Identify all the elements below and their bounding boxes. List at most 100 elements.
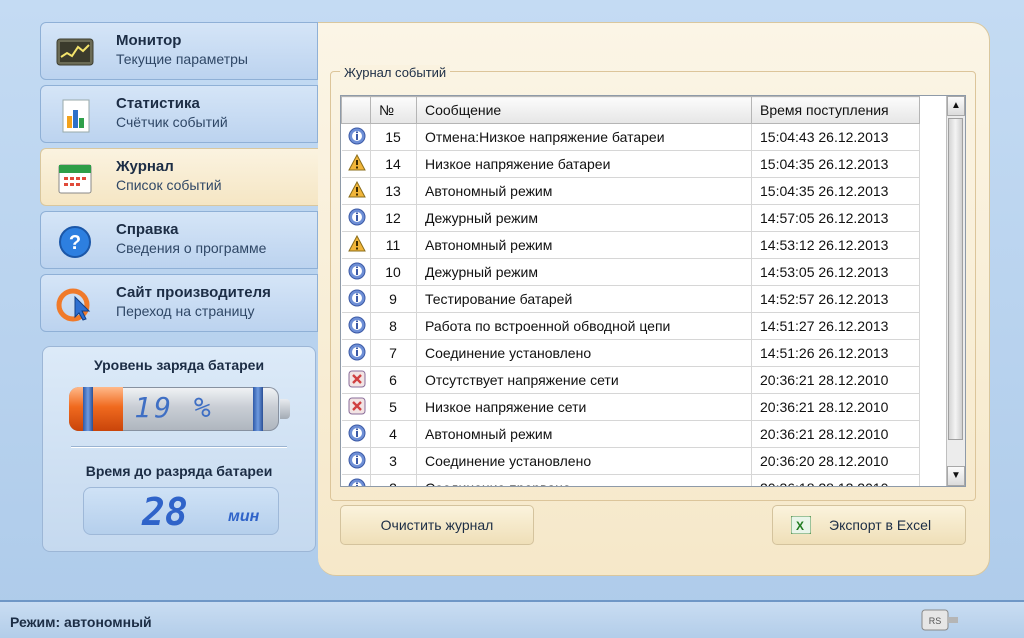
row-number: 11: [370, 231, 417, 259]
row-message: Соединение прервано: [416, 474, 752, 486]
clear-log-label: Очистить журнал: [380, 517, 494, 533]
clear-log-button[interactable]: Очистить журнал: [340, 505, 534, 545]
warning-icon: [341, 150, 371, 178]
row-number: 14: [370, 150, 417, 178]
battery-tip: [280, 399, 290, 419]
table-row[interactable]: 8 Работа по встроенной обводной цепи 14:51…: [341, 312, 920, 340]
table-row[interactable]: 6 Отсутствует напряжение сети 20:36:21 28.…: [341, 366, 920, 394]
table-row[interactable]: 7 Соединение установлено 14:51:26 26.12.20…: [341, 339, 920, 367]
row-time: 14:51:26 26.12.2013: [751, 339, 920, 367]
column-header-icon[interactable]: [341, 96, 371, 124]
event-log-table[interactable]: № Сообщение Время поступления 15 Отмена:Н…: [340, 95, 966, 487]
table-row[interactable]: 2Соединение прервано20:36:18 28.12.2010: [341, 474, 920, 486]
row-number: 15: [370, 123, 417, 151]
row-message: Низкое напряжение батареи: [416, 150, 752, 178]
table-row[interactable]: 15 Отмена:Низкое напряжение батареи 15:04:…: [341, 123, 920, 151]
rs-label: RS: [929, 616, 942, 626]
table-row[interactable]: 5 Низкое напряжение сети 20:36:21 28.12.20…: [341, 393, 920, 421]
nav-item-subtitle: Счётчик событий: [116, 114, 228, 130]
row-message: Работа по встроенной обводной цепи: [416, 312, 752, 340]
nav-item-statistics[interactable]: Статистика Счётчик событий: [40, 85, 318, 143]
row-number: 10: [370, 258, 417, 286]
nav-item-title: Статистика: [116, 95, 200, 112]
monitor-chart-icon: [56, 38, 94, 66]
row-time: 20:36:21 28.12.2010: [751, 366, 920, 394]
row-number: 8: [370, 312, 417, 340]
warning-icon: [341, 177, 371, 205]
row-message: Дежурный режим: [416, 258, 752, 286]
battery-divider: [71, 447, 287, 448]
scroll-down-button[interactable]: ▼: [947, 466, 965, 486]
row-message: Тестирование батарей: [416, 285, 752, 313]
info-icon: [341, 339, 371, 367]
calendar-icon: [58, 164, 92, 194]
rs-connection-icon: RS: [921, 609, 958, 631]
row-message: Отмена:Низкое напряжение батареи: [416, 123, 752, 151]
info-icon: [341, 285, 371, 313]
table-row[interactable]: 9 Тестирование батарей 14:52:57 26.12.2013: [341, 285, 920, 313]
journal-panel: Журнал событий № Сообщение Время поступл…: [318, 22, 990, 576]
row-time: 14:51:27 26.12.2013: [751, 312, 920, 340]
info-icon: [341, 420, 371, 448]
row-number: 4: [370, 420, 417, 448]
nav-item-title: Журнал: [116, 158, 174, 175]
svg-text:?: ?: [69, 232, 81, 254]
table-row[interactable]: 10 Дежурный режим 14:53:05 26.12.2013: [341, 258, 920, 286]
row-time: 20:36:20 28.12.2010: [751, 447, 920, 475]
mode-status-text: Режим: автономный: [10, 614, 152, 630]
column-header-message[interactable]: Сообщение: [416, 96, 752, 124]
battery-time-display: 28 мин: [83, 487, 279, 535]
table-row[interactable]: 4 Автономный режим 20:36:21 28.12.2010: [341, 420, 920, 448]
web-cursor-icon: [56, 288, 91, 322]
row-message: Автономный режим: [416, 231, 752, 259]
table-row[interactable]: 13 Автономный режим 15:04:35 26.12.2013: [341, 177, 920, 205]
sidebar-nav: Монитор Текущие параметры Статистика Счё…: [40, 22, 320, 337]
table-row[interactable]: 14 Низкое напряжение батареи 15:04:35 26.1…: [341, 150, 920, 178]
event-log-body: 15 Отмена:Низкое напряжение батареи 15:04:…: [341, 123, 920, 486]
row-time: 20:36:21 28.12.2010: [751, 420, 920, 448]
scroll-up-button[interactable]: ▲: [947, 96, 965, 116]
battery-level-text: 19 %: [134, 391, 214, 424]
nav-item-help[interactable]: ? Справка Сведения о программе: [40, 211, 318, 269]
table-row[interactable]: 11 Автономный режим 14:53:12 26.12.2013: [341, 231, 920, 259]
battery-panel: Уровень заряда батареи 19 % Время до раз…: [42, 346, 316, 552]
row-number: 2: [370, 474, 417, 486]
nav-item-subtitle: Переход на страницу: [116, 303, 255, 319]
battery-level-title: Уровень заряда батареи: [93, 357, 265, 373]
error-icon: [341, 393, 371, 421]
nav-item-subtitle: Список событий: [116, 177, 222, 193]
row-number: 7: [370, 339, 417, 367]
bar-chart-icon: [62, 99, 90, 133]
nav-item-monitor[interactable]: Монитор Текущие параметры: [40, 22, 318, 80]
info-icon: [341, 204, 371, 232]
row-message: Соединение установлено: [416, 339, 752, 367]
help-icon: ?: [59, 226, 91, 258]
export-excel-button[interactable]: X Экспорт в Excel: [772, 505, 966, 545]
info-icon: [341, 474, 371, 486]
column-header-time[interactable]: Время поступления: [751, 96, 920, 124]
nav-item-website[interactable]: Сайт производителя Переход на страницу: [40, 274, 318, 332]
row-time: 15:04:35 26.12.2013: [751, 150, 920, 178]
excel-icon: X: [791, 516, 811, 534]
nav-item-journal[interactable]: Журнал Список событий: [40, 148, 320, 206]
nav-item-title: Справка: [116, 221, 179, 238]
error-icon: [341, 366, 371, 394]
table-row[interactable]: 3 Соединение установлено 20:36:20 28.12.20…: [341, 447, 920, 475]
svg-text:X: X: [796, 519, 804, 533]
battery-gauge: 19 %: [69, 387, 279, 431]
battery-time-title: Время до разряда батареи: [85, 463, 273, 479]
column-header-number[interactable]: №: [370, 96, 417, 124]
row-message: Дежурный режим: [416, 204, 752, 232]
row-number: 12: [370, 204, 417, 232]
journal-group-title: Журнал событий: [340, 65, 451, 80]
vertical-scrollbar[interactable]: ▲ ▼: [946, 96, 965, 486]
row-time: 20:36:21 28.12.2010: [751, 393, 920, 421]
export-excel-label: Экспорт в Excel: [829, 517, 932, 533]
scroll-thumb[interactable]: [948, 118, 963, 440]
table-row[interactable]: 12 Дежурный режим 14:57:05 26.12.2013: [341, 204, 920, 232]
row-message: Низкое напряжение сети: [416, 393, 752, 421]
row-number: 6: [370, 366, 417, 394]
nav-item-title: Монитор: [116, 32, 182, 49]
row-time: 15:04:43 26.12.2013: [751, 123, 920, 151]
nav-item-subtitle: Текущие параметры: [116, 51, 248, 67]
